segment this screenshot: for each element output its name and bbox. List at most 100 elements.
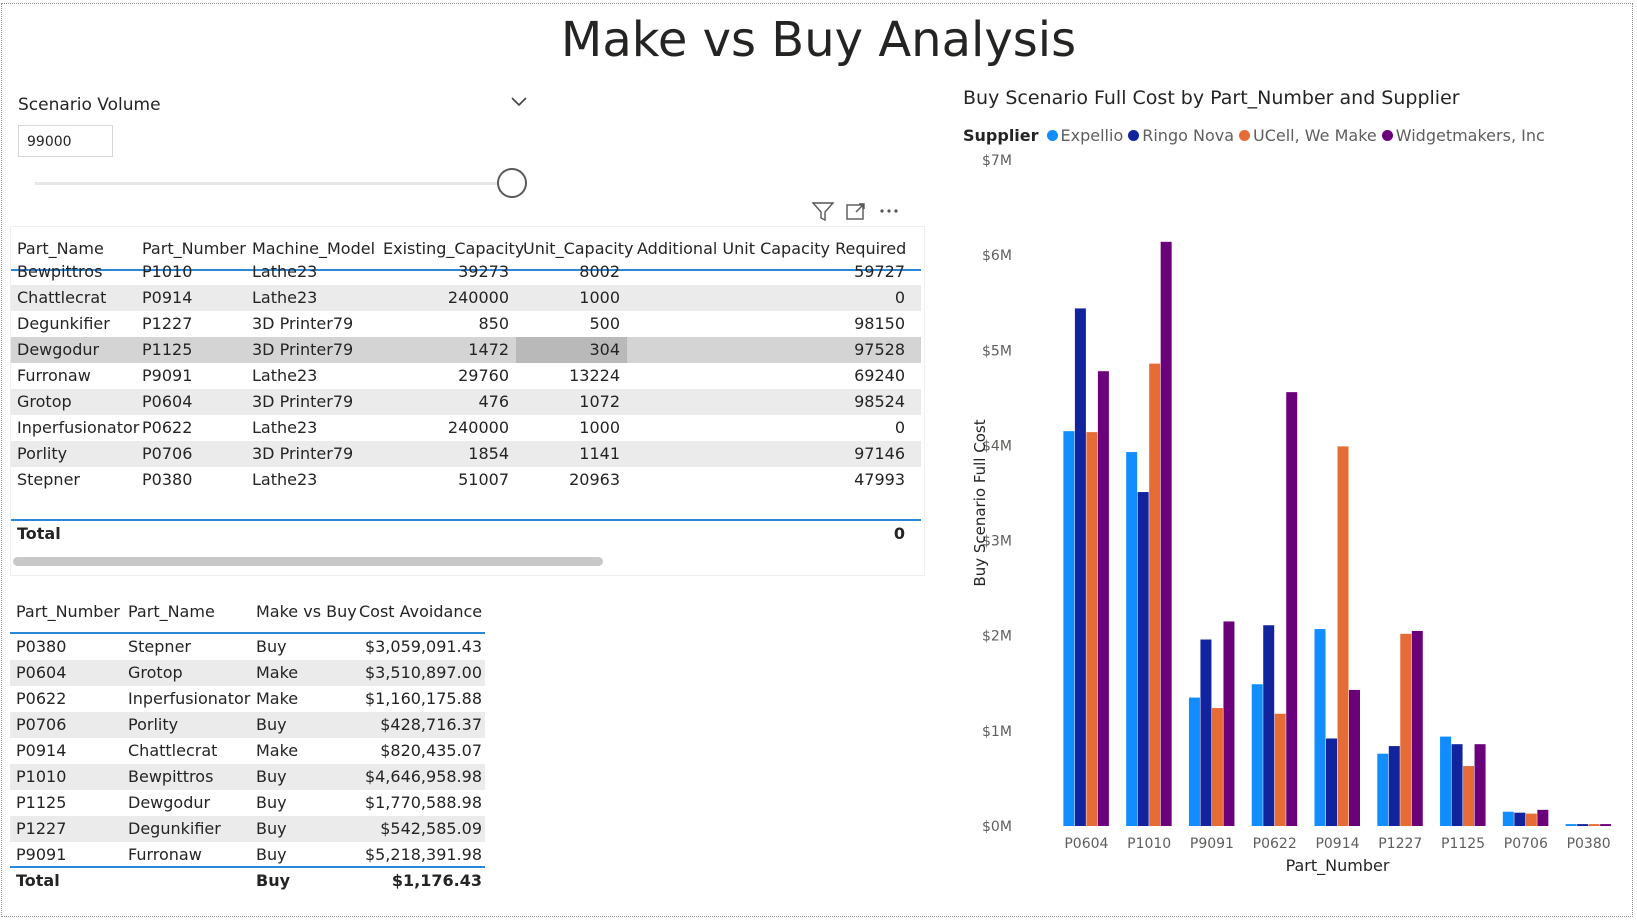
legend-item[interactable]: Widgetmakers, Inc xyxy=(1381,126,1545,145)
table-row[interactable]: P0380 Stepner Buy $3,059,091.43 xyxy=(10,634,485,660)
bar[interactable] xyxy=(1451,744,1463,826)
table-row[interactable]: Grotop P0604 3D Printer79 476 1072 98524 xyxy=(11,389,921,415)
table-cell: Make xyxy=(256,689,299,708)
make-vs-buy-table[interactable]: Part_Number Part_Name Make vs Buy Cost A… xyxy=(10,590,490,910)
slider-handle[interactable] xyxy=(497,168,527,198)
table-row[interactable]: Bewpittros P1010 Lathe23 39273 8002 59727 xyxy=(11,259,921,285)
y-tick-label: $2M xyxy=(982,629,1012,645)
bar[interactable] xyxy=(1537,809,1549,826)
table-cell: 1000 xyxy=(579,418,620,437)
table-cell: P0604 xyxy=(16,663,67,682)
slider-track[interactable] xyxy=(35,182,513,185)
table-row[interactable]: Degunkifier P1227 3D Printer79 850 500 98150 xyxy=(11,311,921,337)
bar[interactable] xyxy=(1577,824,1589,826)
bar[interactable] xyxy=(1600,824,1612,826)
table-cell: $3,510,897.00 xyxy=(364,663,482,682)
table-row[interactable]: P1010 Bewpittros Buy $4,646,958.98 xyxy=(10,764,485,790)
bar[interactable] xyxy=(1474,744,1486,826)
bar[interactable] xyxy=(1411,630,1423,826)
focus-mode-icon[interactable] xyxy=(844,200,868,222)
table-row[interactable]: P0706 Porlity Buy $428,716.37 xyxy=(10,712,485,738)
bar[interactable] xyxy=(1086,432,1098,826)
bar[interactable] xyxy=(1502,811,1514,826)
bar[interactable] xyxy=(1074,308,1086,826)
bar[interactable] xyxy=(1463,766,1475,826)
y-tick-label: $5M xyxy=(982,343,1012,359)
bar[interactable] xyxy=(1525,813,1537,826)
table-row[interactable]: Porlity P0706 3D Printer79 1854 1141 97146 xyxy=(11,441,921,467)
table-cell: $1,160,175.88 xyxy=(364,689,482,708)
bar[interactable] xyxy=(1314,629,1326,826)
bar[interactable] xyxy=(1337,446,1349,826)
bar[interactable] xyxy=(1200,639,1212,826)
table-row[interactable]: Furronaw P9091 Lathe23 29760 13224 69240 xyxy=(11,363,921,389)
bar[interactable] xyxy=(1251,684,1263,826)
bar[interactable] xyxy=(1326,738,1337,826)
bar[interactable] xyxy=(1263,625,1275,826)
table-row[interactable]: P1125 Dewgodur Buy $1,770,588.98 xyxy=(10,790,485,816)
table-cell: 3D Printer79 xyxy=(252,340,354,359)
table-cell: Buy xyxy=(256,767,287,786)
bar[interactable] xyxy=(1440,736,1452,826)
column-header[interactable]: Make vs Buy xyxy=(256,590,357,634)
bar[interactable] xyxy=(1137,492,1149,826)
table-row[interactable]: P0604 Grotop Make $3,510,897.00 xyxy=(10,660,485,686)
total-decision: Buy xyxy=(256,871,291,890)
bar[interactable] xyxy=(1388,746,1400,826)
table-cell: Degunkifier xyxy=(17,314,110,333)
table-cell: P0622 xyxy=(16,689,67,708)
bar[interactable] xyxy=(1377,753,1389,826)
table-cell: 97146 xyxy=(854,444,905,463)
bar[interactable] xyxy=(1400,633,1412,826)
legend-item[interactable]: Expellio xyxy=(1046,126,1123,145)
total-label: Total xyxy=(17,524,61,543)
table-row[interactable]: Stepner P0380 Lathe23 51007 20963 47993 xyxy=(11,467,921,493)
table-cell: 3D Printer79 xyxy=(252,392,354,411)
table-cell: P1010 xyxy=(16,767,67,786)
table-cell: 29760 xyxy=(458,366,509,385)
bar[interactable] xyxy=(1223,621,1235,826)
table-cell: Buy xyxy=(256,845,287,864)
table-cell: Make xyxy=(256,741,299,760)
bar[interactable] xyxy=(1514,812,1526,826)
legend-item[interactable]: Ringo Nova xyxy=(1128,126,1234,145)
bar[interactable] xyxy=(1274,713,1286,826)
table-row[interactable]: P0914 Chattlecrat Make $820,435.07 xyxy=(10,738,485,764)
bar[interactable] xyxy=(1063,431,1075,826)
table-cell: Degunkifier xyxy=(128,819,221,838)
bar[interactable] xyxy=(1349,689,1360,826)
scenario-volume-input[interactable]: 99000 xyxy=(18,125,113,157)
bar[interactable] xyxy=(1286,392,1298,826)
capacity-table[interactable]: Part_Name Part_Number Machine_Model Exis… xyxy=(10,226,925,576)
table-cell: $1,770,588.98 xyxy=(364,793,482,812)
table-cell: $3,059,091.43 xyxy=(364,637,482,656)
filter-icon[interactable] xyxy=(811,200,835,222)
table-row[interactable]: P1227 Degunkifier Buy $542,585.09 xyxy=(10,816,485,842)
table-cell: $4,646,958.98 xyxy=(364,767,482,786)
bar[interactable] xyxy=(1126,452,1138,826)
table-row[interactable]: P9091 Furronaw Buy $5,218,391.98 xyxy=(10,842,485,868)
horizontal-scrollbar[interactable] xyxy=(13,557,603,566)
chevron-down-icon[interactable] xyxy=(508,92,530,112)
table-cell: Buy xyxy=(256,637,287,656)
legend-item[interactable]: UCell, We Make xyxy=(1239,126,1377,145)
table-row[interactable]: P0622 Inperfusionator Make $1,160,175.88 xyxy=(10,686,485,712)
bar[interactable] xyxy=(1211,708,1223,826)
bar-chart[interactable]: $0M$1M$2M$3M$4M$5M$6M$7MBuy Scenario Ful… xyxy=(960,150,1630,920)
column-header[interactable]: Part_Name xyxy=(128,590,215,634)
column-header[interactable]: Cost Avoidance xyxy=(359,590,482,634)
table-cell: 1472 xyxy=(468,340,509,359)
bar[interactable] xyxy=(1097,371,1109,826)
table-row[interactable]: Inperfusionator P0622 Lathe23 240000 1000 0 xyxy=(11,415,921,441)
more-options-icon[interactable] xyxy=(877,200,901,222)
bar[interactable] xyxy=(1188,697,1200,826)
table-cell: Bewpittros xyxy=(128,767,214,786)
bar[interactable] xyxy=(1149,363,1161,826)
table-cell: P0914 xyxy=(142,288,193,307)
bar[interactable] xyxy=(1588,824,1600,826)
bar[interactable] xyxy=(1160,241,1172,826)
table-row[interactable]: Dewgodur P1125 3D Printer79 1472 304 97528 xyxy=(11,337,921,363)
bar[interactable] xyxy=(1565,824,1577,826)
table-row[interactable]: Chattlecrat P0914 Lathe23 240000 1000 0 xyxy=(11,285,921,311)
column-header[interactable]: Part_Number xyxy=(16,590,120,634)
